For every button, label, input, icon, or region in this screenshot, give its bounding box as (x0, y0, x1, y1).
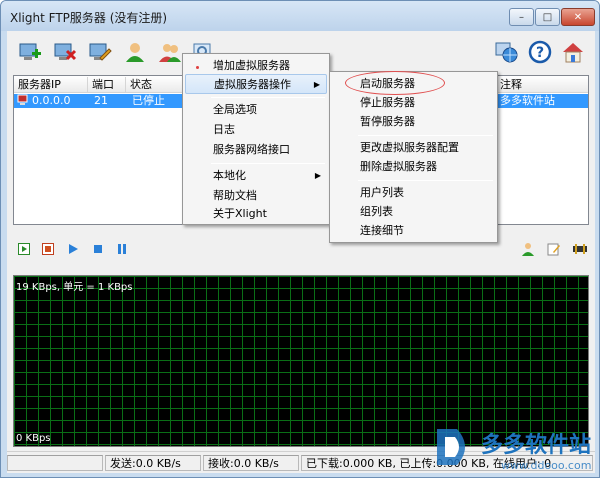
help-icon[interactable]: ? (527, 39, 553, 65)
users-icon[interactable] (157, 39, 183, 65)
menu-item-add-server[interactable]: 增加虚拟服务器 (185, 56, 327, 76)
menu-separator (211, 97, 325, 98)
graph-scale-label: 19 KBps, 单元 = 1 KBps (16, 282, 133, 293)
column-header-ip[interactable]: 服务器IP (14, 77, 88, 92)
user-small-icon[interactable] (521, 242, 535, 256)
column-header-port[interactable]: 端口 (88, 77, 126, 92)
menu-separator (358, 135, 493, 136)
status-recv: 接收:0.0 KB/s (203, 455, 299, 471)
minimize-button[interactable]: – (509, 8, 534, 26)
menu-item-label: 虚拟服务器操作 (214, 78, 291, 91)
menu-item-about[interactable]: 关于Xlight (185, 204, 327, 224)
menu-item-delete-server[interactable]: 删除虚拟服务器 (332, 157, 495, 177)
cell-port: 21 (94, 94, 108, 107)
watermark: 多多软件站 www.ddooo.com (431, 421, 596, 476)
menu-item-label: 本地化 (213, 169, 246, 182)
disconnect-icon[interactable] (571, 242, 589, 256)
column-header-status[interactable]: 状态 (126, 77, 186, 92)
maximize-button[interactable]: □ (535, 8, 560, 26)
close-button[interactable]: ✕ (561, 8, 595, 26)
submenu-arrow-icon: ▶ (314, 171, 321, 180)
svg-text:?: ? (536, 45, 544, 61)
graph-zero-label: 0 KBps (16, 433, 51, 444)
start-icon[interactable] (17, 242, 31, 256)
menu-item-user-list[interactable]: 用户列表 (332, 183, 495, 203)
cell-comment: 多多软件站 (500, 94, 555, 107)
column-header-comment[interactable]: 注释 (496, 77, 590, 92)
menu-item-pause-server[interactable]: 暂停服务器 (332, 112, 495, 132)
edit-server-icon[interactable] (87, 39, 113, 65)
home-icon[interactable] (560, 39, 586, 65)
user-icon[interactable] (122, 39, 148, 65)
menu-item-change-config[interactable]: 更改虚拟服务器配置 (332, 138, 495, 158)
menu-item-help-docs[interactable]: 帮助文档 (185, 186, 327, 206)
menu-item-log[interactable]: 日志 (185, 120, 327, 140)
menu-item-group-list[interactable]: 组列表 (332, 202, 495, 222)
status-send: 发送:0.0 KB/s (105, 455, 201, 471)
server-icon (17, 94, 29, 110)
menu-separator (358, 180, 493, 181)
cell-status: 已停止 (132, 94, 165, 107)
edit-small-icon[interactable] (547, 242, 561, 256)
square-stop-icon[interactable] (91, 242, 105, 256)
delete-server-icon[interactable] (52, 39, 78, 65)
menu-item-connection-details[interactable]: 连接细节 (332, 221, 495, 241)
pause-icon[interactable] (115, 242, 129, 256)
play-icon[interactable] (66, 242, 80, 256)
title-bar[interactable]: Xlight FTP服务器 (没有注册) – □ ✕ (1, 1, 599, 31)
watermark-text: 多多软件站 (481, 433, 592, 458)
menu-item-stop-server[interactable]: 停止服务器 (332, 93, 495, 113)
watermark-url: www.ddooo.com (501, 459, 592, 472)
network-icon[interactable] (493, 39, 519, 65)
add-server-icon[interactable] (17, 39, 43, 65)
cell-ip: 0.0.0.0 (32, 94, 71, 107)
highlight-circle (345, 71, 445, 95)
menu-item-server-ops[interactable]: 虚拟服务器操作 ▶ (185, 74, 327, 94)
submenu-arrow-icon: ▶ (313, 80, 320, 89)
context-submenu: 启动服务器 停止服务器 暂停服务器 更改虚拟服务器配置 删除虚拟服务器 用户列表… (329, 71, 498, 243)
stop-icon[interactable] (41, 242, 55, 256)
watermark-logo-icon (437, 429, 465, 465)
app-window: Xlight FTP服务器 (没有注册) – □ ✕ ? 服务器IP 端口 状态… (0, 0, 600, 478)
menu-separator (211, 163, 325, 164)
window-title: Xlight FTP服务器 (没有注册) (10, 11, 168, 25)
context-menu: 增加虚拟服务器 虚拟服务器操作 ▶ 全局选项 日志 服务器网络接口 本地化 ▶ 帮助… (182, 53, 330, 225)
status-empty (7, 455, 103, 471)
menu-item-localization[interactable]: 本地化 ▶ (185, 166, 327, 186)
menu-item-network-interface[interactable]: 服务器网络接口 (185, 140, 327, 160)
menu-item-global-options[interactable]: 全局选项 (185, 100, 327, 120)
control-bar (7, 235, 595, 263)
